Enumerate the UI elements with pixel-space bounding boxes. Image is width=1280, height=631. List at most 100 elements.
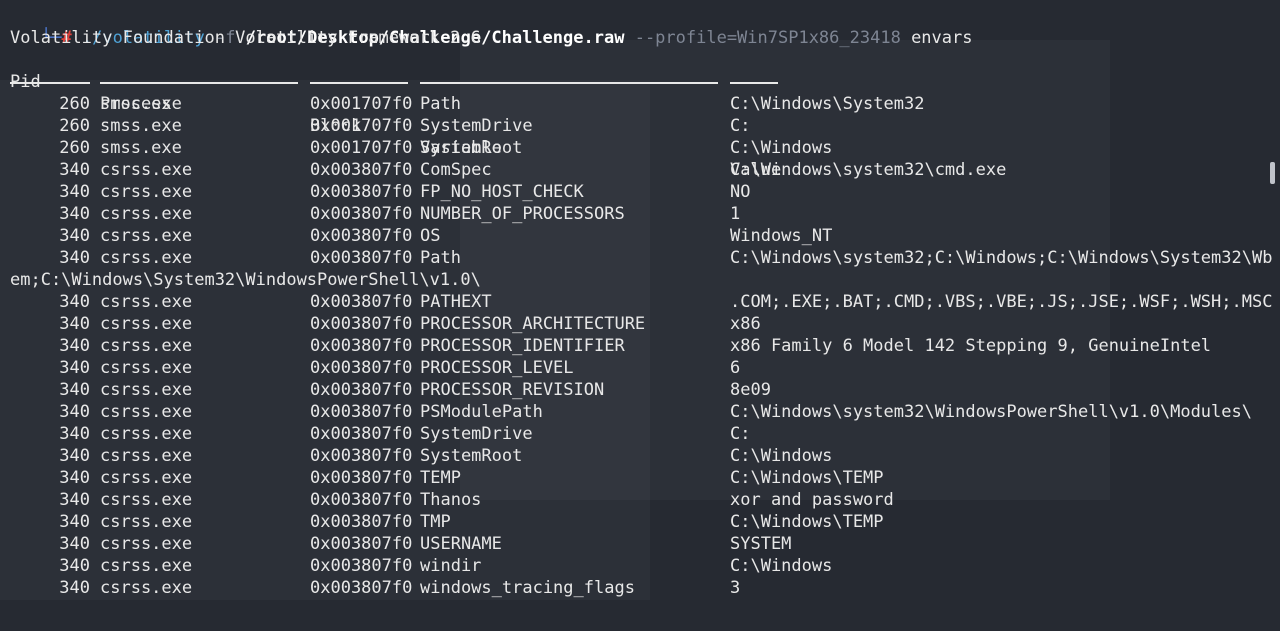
cell-process: csrss.exe [100, 468, 193, 488]
cell-process: csrss.exe [100, 160, 193, 180]
cell-variable: Thanos [420, 490, 482, 510]
cell-value: .COM;.EXE;.BAT;.CMD;.VBS;.VBE;.JS;.JSE;.… [730, 292, 1273, 312]
cell-pid: 340 [59, 446, 90, 466]
header-underline [310, 82, 408, 84]
plugin-name: envars [911, 28, 973, 48]
cell-pid: 340 [59, 292, 90, 312]
cell-process: csrss.exe [100, 424, 193, 444]
scrollbar-thumb[interactable] [1270, 162, 1275, 184]
cell-block: 0x003807f0 [310, 446, 413, 466]
cell-process: csrss.exe [100, 534, 193, 554]
cell-value: x86 Family 6 Model 142 Stepping 9, Genui… [730, 336, 1212, 356]
cell-pid: 340 [59, 556, 90, 576]
cell-block: 0x001707f0 [310, 94, 413, 114]
cell-process: csrss.exe [100, 380, 193, 400]
cell-variable: SystemDrive [420, 424, 533, 444]
table-row: 340 csrss.exe 0x003807f0 PATHEXT .COM;.EXE;.… [0, 291, 1280, 313]
cell-block: 0x003807f0 [310, 556, 413, 576]
cell-pid: 260 [59, 94, 90, 114]
cell-process: csrss.exe [100, 204, 193, 224]
cell-process: smss.exe [100, 94, 182, 114]
table-row: 340 csrss.exe 0x003807f0 TEMP C:\Windows\TEM… [0, 467, 1280, 489]
cell-value: C: [730, 424, 751, 444]
cell-value: NO [730, 182, 751, 202]
cell-variable: PROCESSOR_REVISION [420, 380, 605, 400]
cell-pid: 340 [59, 380, 90, 400]
header-underline [10, 82, 90, 84]
cell-pid: 340 [59, 534, 90, 554]
table-row: 340 csrss.exe 0x003807f0 ComSpec C:\Windows\… [0, 159, 1280, 181]
cell-process: csrss.exe [100, 512, 193, 532]
cell-value: 8e09 [730, 380, 771, 400]
cell-pid: 340 [59, 512, 90, 532]
table-row: 340 csrss.exe 0x003807f0 TMP C:\Windows\TEMP [0, 511, 1280, 533]
cell-process: csrss.exe [100, 292, 193, 312]
header-underline [100, 82, 298, 84]
header-underline [730, 82, 778, 84]
cell-value: 3 [730, 578, 741, 598]
cell-variable: SystemDrive [420, 116, 533, 136]
table-row: 260 smss.exe 0x001707f0 SystemRoot C:\Window… [0, 137, 1280, 159]
cell-variable: PROCESSOR_ARCHITECTURE [420, 314, 646, 334]
table-row: 340 csrss.exe 0x003807f0 windir C:\Windows [0, 555, 1280, 577]
cell-variable: TMP [420, 512, 451, 532]
wrapped-line: em;C:\Windows\System32\WindowsPowerShell… [10, 270, 481, 290]
table-row: 260 smss.exe 0x001707f0 SystemDrive C: [0, 115, 1280, 137]
cell-pid: 340 [59, 468, 90, 488]
table-row: 340 csrss.exe 0x003807f0 PSModulePath C:\Win… [0, 401, 1280, 423]
cell-process: csrss.exe [100, 490, 193, 510]
cell-variable: SystemRoot [420, 138, 523, 158]
cell-process: csrss.exe [100, 226, 193, 246]
cell-process: csrss.exe [100, 336, 193, 356]
cell-variable: windows_tracing_flags [420, 578, 635, 598]
cell-value: C:\Windows\TEMP [730, 512, 884, 532]
cell-variable: Path [420, 94, 461, 114]
cell-value: xor and password [730, 490, 894, 510]
command-prompt-line: └─# ./volatility -f /root/Desktop/Challe… [0, 5, 973, 48]
cell-pid: 340 [59, 204, 90, 224]
cell-block: 0x003807f0 [310, 490, 413, 510]
cell-block: 0x003807f0 [310, 380, 413, 400]
cell-process: csrss.exe [100, 358, 193, 378]
cell-variable: PATHEXT [420, 292, 492, 312]
cell-pid: 340 [59, 182, 90, 202]
cell-block: 0x003807f0 [310, 204, 413, 224]
table-row: 340 csrss.exe 0x003807f0 PROCESSOR_IDENTIFI… [0, 335, 1280, 357]
table-row: 340 csrss.exe 0x003807f0 Path C:\Windows\sys… [0, 247, 1280, 269]
cell-value: C:\Windows [730, 556, 833, 576]
cell-block: 0x003807f0 [310, 248, 413, 268]
cell-block: 0x003807f0 [310, 512, 413, 532]
cell-value: C:\Windows [730, 138, 833, 158]
cell-value: SYSTEM [730, 534, 792, 554]
cell-value: C:\Windows\system32;C:\Windows;C:\Window… [730, 248, 1273, 268]
cell-value: 1 [730, 204, 741, 224]
cell-process: csrss.exe [100, 578, 193, 598]
cell-pid: 260 [59, 138, 90, 158]
cell-process: csrss.exe [100, 248, 193, 268]
cell-block: 0x003807f0 [310, 226, 413, 246]
cell-block: 0x001707f0 [310, 116, 413, 136]
cell-pid: 340 [59, 402, 90, 422]
cell-variable: ComSpec [420, 160, 492, 180]
cell-process: csrss.exe [100, 182, 193, 202]
cell-value: C: [730, 116, 751, 136]
cell-block: 0x003807f0 [310, 534, 413, 554]
cell-value: C:\Windows\system32\WindowsPowerShell\v1… [730, 402, 1252, 422]
cell-value: 6 [730, 358, 741, 378]
cell-variable: windir [420, 556, 482, 576]
cell-block: 0x003807f0 [310, 160, 413, 180]
cell-pid: 340 [59, 578, 90, 598]
table-row: 340 csrss.exe 0x003807f0 NUMBER_OF_PROCESSO… [0, 203, 1280, 225]
cell-pid: 340 [59, 358, 90, 378]
cell-pid: 340 [59, 226, 90, 246]
table-row: 340 csrss.exe 0x003807f0 PROCESSOR_LEVEL 6 [0, 357, 1280, 379]
table-row: 340 csrss.exe 0x003807f0 FP_NO_HOST_CHECK NO [0, 181, 1280, 203]
cell-block: 0x003807f0 [310, 402, 413, 422]
terminal-window[interactable]: └─# ./volatility -f /root/Desktop/Challe… [0, 0, 1280, 631]
table-row: 340 csrss.exe 0x003807f0 PROCESSOR_ARCHITEC… [0, 313, 1280, 335]
cell-variable: PSModulePath [420, 402, 543, 422]
table-row: 340 csrss.exe 0x003807f0 USERNAME SYSTEM [0, 533, 1280, 555]
cell-variable: FP_NO_HOST_CHECK [420, 182, 584, 202]
cell-block: 0x003807f0 [310, 424, 413, 444]
table-row: 340 csrss.exe 0x003807f0 windows_tracing_fl… [0, 577, 1280, 599]
